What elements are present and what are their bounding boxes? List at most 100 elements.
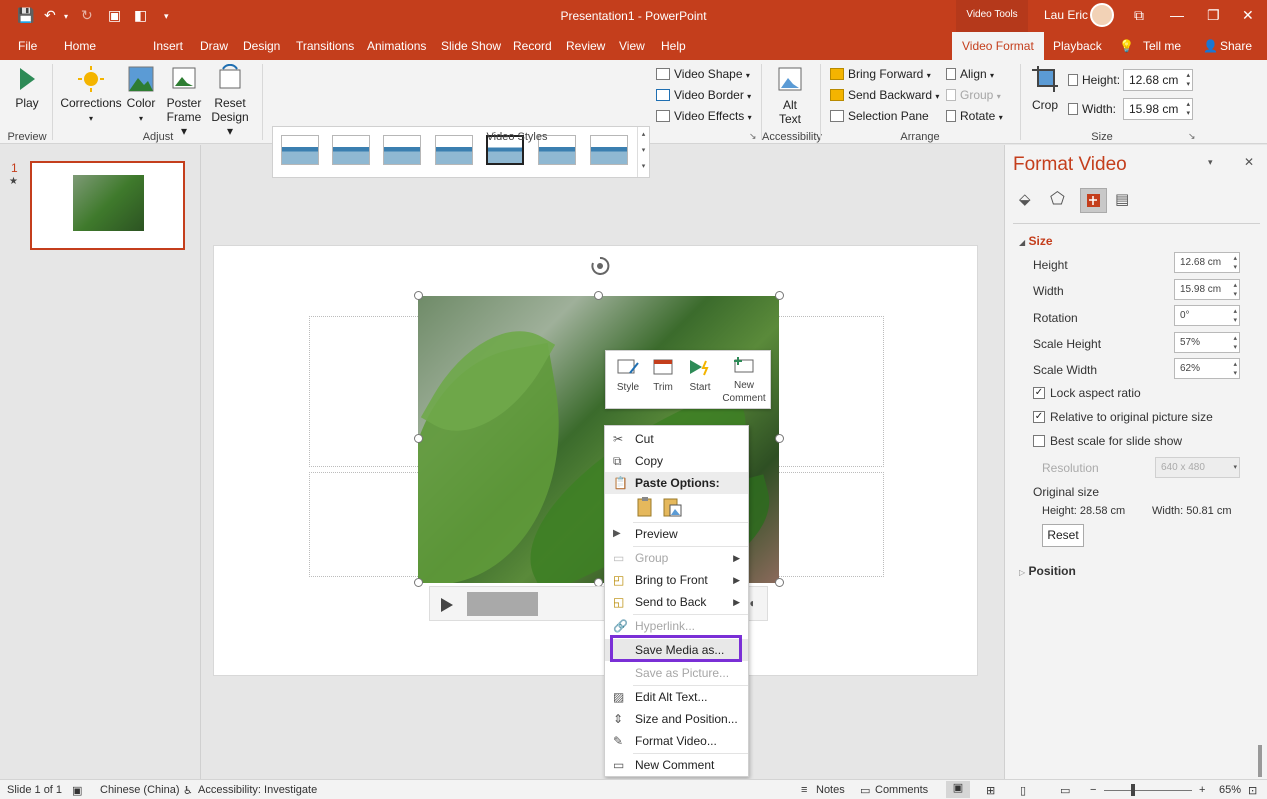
effects-icon[interactable]: ⬠ xyxy=(1050,189,1065,209)
height-spinner-icon[interactable]: ▴ ▾ xyxy=(1186,71,1190,89)
tab-view[interactable]: View xyxy=(619,39,645,53)
reset-button[interactable]: Reset xyxy=(1042,524,1084,547)
tab-design[interactable]: Design xyxy=(243,39,280,53)
tab-insert[interactable]: Insert xyxy=(153,39,183,53)
tab-playback[interactable]: Playback xyxy=(1053,39,1102,53)
video-styles-launcher-icon[interactable]: ↘ xyxy=(749,131,757,142)
send-backward-button[interactable]: Send Backward ▾ xyxy=(830,88,939,104)
rotation-input[interactable]: 0° ▴ ▾ xyxy=(1174,305,1240,326)
corrections-button[interactable]: Corrections ▾ xyxy=(60,66,122,126)
lock-aspect-checkbox[interactable]: ✓ xyxy=(1033,387,1045,399)
poster-frame-button[interactable]: Poster Frame ▾ xyxy=(162,66,206,138)
paste-keep-formatting-icon[interactable] xyxy=(635,496,655,518)
pane-options-icon[interactable]: ▾ xyxy=(1208,157,1213,168)
style-button[interactable]: Style xyxy=(616,357,640,394)
tab-animations[interactable]: Animations xyxy=(367,39,426,53)
resize-handle-top-right[interactable] xyxy=(775,291,784,300)
tell-me-search[interactable]: Tell me xyxy=(1143,39,1181,53)
resize-handle-left[interactable] xyxy=(414,434,423,443)
group-button[interactable]: Group ▾ xyxy=(946,88,1001,104)
video-shape-button[interactable]: Video Shape ▾ xyxy=(656,67,750,83)
share-button[interactable]: Share xyxy=(1220,39,1252,53)
accessibility-status[interactable]: Accessibility: Investigate xyxy=(198,784,317,796)
menu-item-group[interactable]: ▭ Group ▶ xyxy=(605,547,748,569)
position-section-header[interactable]: ▷ Position xyxy=(1019,564,1076,578)
language-status[interactable]: Chinese (China) xyxy=(100,784,179,796)
crop-button[interactable]: Crop xyxy=(1028,66,1062,112)
tab-review[interactable]: Review xyxy=(566,39,605,53)
zoom-slider[interactable] xyxy=(1104,790,1192,791)
zoom-in-icon[interactable]: + xyxy=(1199,784,1205,796)
play-icon[interactable] xyxy=(440,597,454,613)
slide-show-icon[interactable]: ▭ xyxy=(1060,784,1070,797)
menu-item-format-video[interactable]: ✎ Format Video... xyxy=(605,730,748,752)
scale-height-input[interactable]: 57% ▴ ▾ xyxy=(1174,332,1240,353)
relative-original-checkbox[interactable]: ✓ xyxy=(1033,411,1045,423)
avatar[interactable] xyxy=(1090,3,1114,27)
fill-line-icon[interactable]: ⬙ xyxy=(1019,190,1031,208)
trim-button[interactable]: Trim xyxy=(651,357,675,394)
tab-draw[interactable]: Draw xyxy=(200,39,228,53)
resize-handle-bottom-left[interactable] xyxy=(414,578,423,587)
fit-to-window-icon[interactable]: ⊡ xyxy=(1248,784,1257,797)
comments-button[interactable]: Comments xyxy=(875,784,928,796)
menu-item-send-to-back[interactable]: ◱ Send to Back ▶ xyxy=(605,591,748,613)
height-input[interactable]: 12.68 cm ▴ ▾ xyxy=(1174,252,1240,273)
user-name[interactable]: Lau Eric xyxy=(1044,8,1088,22)
tab-video-format[interactable]: Video Format xyxy=(952,32,1044,60)
menu-item-edit-alt-text[interactable]: ▨ Edit Alt Text... xyxy=(605,686,748,708)
best-scale-checkbox[interactable] xyxy=(1033,435,1045,447)
zoom-level[interactable]: 65% xyxy=(1219,784,1241,796)
color-button[interactable]: Color ▾ xyxy=(124,66,158,126)
pane-scrollbar[interactable] xyxy=(1258,745,1262,777)
play-button[interactable]: Play xyxy=(10,66,44,110)
notes-button[interactable]: Notes xyxy=(816,784,845,796)
volume-icon[interactable]: ◖ xyxy=(748,596,755,610)
new-comment-button[interactable]: New Comment xyxy=(722,355,766,405)
video-effects-button[interactable]: Video Effects ▾ xyxy=(656,109,752,125)
tab-record[interactable]: Record xyxy=(513,39,552,53)
menu-item-preview[interactable]: ▶ Preview xyxy=(605,523,748,545)
restore-icon[interactable]: ❐ xyxy=(1207,7,1220,24)
video-border-button[interactable]: Video Border ▾ xyxy=(656,88,751,104)
resize-handle-top-left[interactable] xyxy=(414,291,423,300)
tab-slide-show[interactable]: Slide Show xyxy=(441,39,501,53)
close-icon[interactable]: ✕ xyxy=(1242,7,1254,24)
paste-as-picture-icon[interactable] xyxy=(661,496,683,518)
menu-item-cut[interactable]: ✂ Cut xyxy=(605,428,748,450)
selection-pane-button[interactable]: Selection Pane xyxy=(830,109,929,123)
pane-close-icon[interactable]: ✕ xyxy=(1244,155,1254,169)
ribbon-height-input[interactable]: 12.68 cm ▴ ▾ xyxy=(1123,69,1193,91)
start-button[interactable]: Start xyxy=(686,357,714,394)
tab-help[interactable]: Help xyxy=(661,39,686,53)
menu-item-copy[interactable]: ⧉ Copy xyxy=(605,450,748,472)
menu-item-new-comment[interactable]: ▭ New Comment xyxy=(605,754,748,776)
menu-item-bring-to-front[interactable]: ◰ Bring to Front ▶ xyxy=(605,569,748,591)
rotate-button[interactable]: Rotate ▾ xyxy=(946,109,1003,125)
progress-bar[interactable] xyxy=(467,592,538,616)
menu-item-save-as-picture[interactable]: Save as Picture... xyxy=(605,662,748,684)
scale-width-input[interactable]: 62% ▴ ▾ xyxy=(1174,358,1240,379)
zoom-out-icon[interactable]: − xyxy=(1090,784,1096,796)
align-button[interactable]: Align ▾ xyxy=(946,67,994,83)
size-properties-tab[interactable] xyxy=(1080,188,1107,213)
video-tab-icon[interactable]: ▤ xyxy=(1115,190,1129,208)
normal-view-icon[interactable]: ▣ xyxy=(946,781,970,798)
bring-forward-button[interactable]: Bring Forward ▾ xyxy=(830,67,931,83)
ribbon-display-options-icon[interactable]: ⧉ xyxy=(1134,7,1144,24)
alt-text-button[interactable]: Alt Text xyxy=(770,66,810,126)
size-launcher-icon[interactable]: ↘ xyxy=(1188,131,1196,142)
resize-handle-right[interactable] xyxy=(775,434,784,443)
tab-file[interactable]: File xyxy=(18,39,37,53)
size-section-header[interactable]: ◢ Size xyxy=(1019,234,1053,248)
slide-sorter-icon[interactable]: ⊞ xyxy=(986,784,995,797)
resize-handle-bottom-right[interactable] xyxy=(775,578,784,587)
reset-design-button[interactable]: Reset Design ▾ xyxy=(207,64,253,138)
width-input[interactable]: 15.98 cm ▴ ▾ xyxy=(1174,279,1240,300)
resize-handle-top[interactable] xyxy=(594,291,603,300)
minimize-icon[interactable]: — xyxy=(1170,7,1184,23)
tab-transitions[interactable]: Transitions xyxy=(296,39,354,53)
tab-home[interactable]: Home xyxy=(64,39,96,53)
width-spinner-icon[interactable]: ▴ ▾ xyxy=(1186,100,1190,118)
spelling-icon[interactable]: ▣ xyxy=(72,784,82,797)
